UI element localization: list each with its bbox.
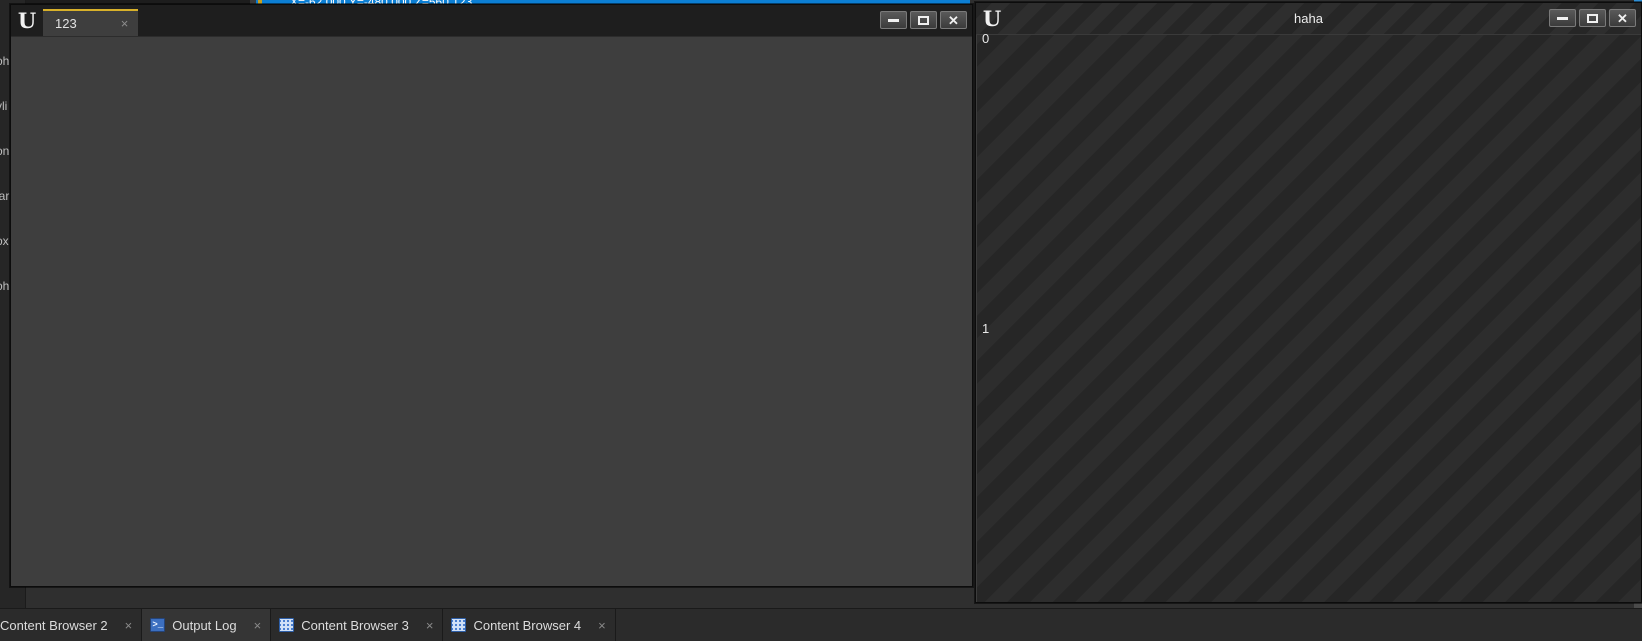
close-icon[interactable]: × [125,619,133,632]
clipped-label-5: oh [0,279,9,293]
minimize-button[interactable] [1549,9,1576,27]
taskbar-tab-label: Content Browser 3 [301,618,409,633]
unreal-engine-logo-icon: U [11,5,43,36]
taskbar-tab-content-browser-4[interactable]: Content Browser 4 × [443,609,615,641]
window-controls-right: ✕ [1549,9,1636,27]
taskbar: Content Browser 2 × >_ Output Log × Cont… [0,608,1642,641]
document-tab-label: 123 [55,16,77,31]
close-button[interactable]: ✕ [940,11,967,29]
clipped-label-0: oh [0,54,9,68]
window-title-bar-left[interactable]: U 123 × ✕ [11,5,972,36]
application-root: X=-62.000 Y=-480.000 Z=560.123 oh yli on… [0,0,1642,641]
clipped-label-1: yli [0,99,7,113]
clipped-label-4: ox [0,234,9,248]
window-tabbed-editor[interactable]: U 123 × ✕ [10,4,973,587]
taskbar-tab-output-log[interactable]: >_ Output Log × [142,609,271,641]
minimize-button[interactable] [880,11,907,29]
close-icon: ✕ [948,14,959,27]
taskbar-tab-content-browser-3[interactable]: Content Browser 3 × [271,609,443,641]
window-title-text: haha [976,3,1641,34]
window-content-right[interactable]: 0 1 [976,34,1641,602]
unreal-engine-logo-icon: U [976,3,1008,34]
gutter-divider [976,35,977,602]
maximize-button[interactable] [1579,9,1606,27]
clipped-label-3: lar [0,189,9,203]
taskbar-empty-area [616,609,1642,641]
close-button[interactable]: ✕ [1609,9,1636,27]
taskbar-tab-label: Content Browser 2 [0,618,108,633]
document-tab-123[interactable]: 123 × [43,9,138,36]
close-icon[interactable]: × [426,619,434,632]
window-controls-left: ✕ [880,11,967,29]
close-icon[interactable]: × [254,619,262,632]
window-title-bar-right[interactable]: U haha ✕ [976,3,1641,34]
close-icon: ✕ [1617,12,1628,25]
row-label-1: 1 [982,321,989,336]
taskbar-tab-label: Output Log [172,618,236,633]
window-content-left[interactable] [11,36,972,586]
window-haha[interactable]: U haha ✕ 0 1 [975,2,1642,603]
output-log-icon: >_ [150,618,165,632]
content-browser-icon [451,618,466,632]
row-label-0: 0 [982,31,989,46]
taskbar-tab-content-browser-2[interactable]: Content Browser 2 × [0,609,142,641]
close-icon[interactable]: × [598,619,606,632]
document-tab-strip: 123 × [43,9,138,36]
clipped-label-2: on [0,144,9,158]
content-browser-icon [279,618,294,632]
close-icon[interactable]: × [121,17,129,30]
taskbar-tab-label: Content Browser 4 [473,618,581,633]
maximize-button[interactable] [910,11,937,29]
